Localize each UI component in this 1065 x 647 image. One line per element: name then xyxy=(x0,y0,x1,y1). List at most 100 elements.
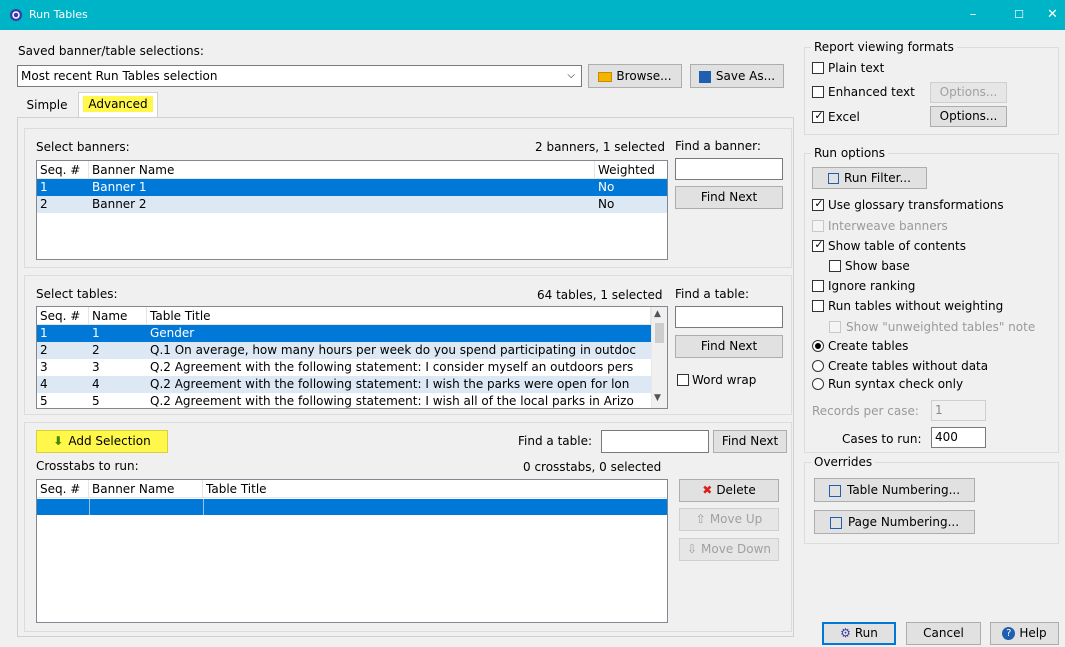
crosstabs-list[interactable]: Seq. # Banner Name Table Title xyxy=(36,479,668,623)
interweave-checkbox[interactable] xyxy=(812,220,824,232)
window-title: Run Tables xyxy=(29,8,88,21)
table-row[interactable]: 5 5 Q.2 Agreement with the following sta… xyxy=(37,393,651,408)
ignore-ranking-checkbox[interactable] xyxy=(812,280,824,292)
crosstabs-to-run-label: Crosstabs to run: xyxy=(36,459,139,473)
table-title: Q.2 Agreement with the following stateme… xyxy=(150,377,630,391)
find-next-banner-button[interactable]: Find Next xyxy=(675,186,783,209)
table-row[interactable]: 1 1 Gender xyxy=(37,325,651,342)
use-glossary-checkbox[interactable]: ✓ xyxy=(812,197,824,211)
show-unweighted-note-label: Show "unweighted tables" note xyxy=(846,320,1036,334)
tables-list-header: Seq. # Name Table Title xyxy=(37,307,651,325)
crosstabs-list-header: Seq. # Banner Name Table Title xyxy=(37,480,667,498)
table-numbering-button[interactable]: Table Numbering... xyxy=(814,478,975,502)
word-wrap-checkbox[interactable] xyxy=(677,374,689,386)
run-filter-button[interactable]: Run Filter... xyxy=(812,167,927,189)
page-numbering-button[interactable]: Page Numbering... xyxy=(814,510,975,534)
tables-list[interactable]: Seq. # Name Table Title 1 1 Gender 2 2 Q… xyxy=(36,306,668,409)
column-divider xyxy=(89,499,90,515)
crosstab-row[interactable] xyxy=(37,499,667,515)
column-name[interactable]: Name xyxy=(89,307,147,325)
tables-scrollbar[interactable]: ▲ ▼ xyxy=(651,307,667,408)
interweave-label: Interweave banners xyxy=(828,219,948,233)
move-up-label: Move Up xyxy=(709,512,763,526)
show-base-checkbox[interactable] xyxy=(829,260,841,272)
banner-row[interactable]: 1 Banner 1 No xyxy=(37,179,667,196)
run-without-weighting-checkbox[interactable] xyxy=(812,300,824,312)
column-seq[interactable]: Seq. # xyxy=(37,307,89,325)
excel-options-button[interactable]: Options... xyxy=(930,106,1007,127)
find-banner-input[interactable] xyxy=(675,158,783,180)
cases-to-run-input[interactable]: 400 xyxy=(931,427,986,448)
help-button[interactable]: ? Help xyxy=(990,622,1059,645)
show-base-label: Show base xyxy=(845,259,910,273)
maximize-button[interactable]: ☐ xyxy=(996,0,1042,30)
page-numbering-label: Page Numbering... xyxy=(847,515,960,529)
banners-list-header: Seq. # Banner Name Weighted xyxy=(37,161,667,179)
cases-to-run-label: Cases to run: xyxy=(842,432,922,446)
move-down-button[interactable]: ⇩ Move Down xyxy=(679,538,779,561)
banner-row[interactable]: 2 Banner 2 No xyxy=(37,196,667,213)
minimize-button[interactable]: – xyxy=(950,0,996,30)
table-numbering-label: Table Numbering... xyxy=(846,483,961,497)
column-banner-name[interactable]: Banner Name xyxy=(89,161,595,179)
syntax-check-radio[interactable] xyxy=(812,378,824,390)
arrow-up-icon: ⇧ xyxy=(695,512,706,526)
folder-icon xyxy=(598,71,613,82)
run-button[interactable]: ⚙ Run xyxy=(822,622,896,645)
column-table-title[interactable]: Table Title xyxy=(203,480,667,498)
add-selection-button[interactable]: ⬇ Add Selection xyxy=(36,430,168,453)
delete-button[interactable]: ✖ Delete xyxy=(679,479,779,502)
records-per-case-input[interactable]: 1 xyxy=(931,400,986,421)
enhanced-options-button[interactable]: Options... xyxy=(930,82,1007,103)
run-label: Run xyxy=(854,626,878,640)
close-button[interactable]: ✕ xyxy=(1040,0,1065,30)
plain-text-checkbox[interactable] xyxy=(812,62,824,74)
find-crosstab-input[interactable] xyxy=(601,430,709,453)
column-seq[interactable]: Seq. # xyxy=(37,161,89,179)
scroll-down-icon[interactable]: ▼ xyxy=(654,393,661,403)
delete-icon: ✖ xyxy=(702,483,713,497)
run-without-weighting-label: Run tables without weighting xyxy=(828,299,1004,313)
tab-advanced[interactable]: Advanced xyxy=(78,92,158,118)
save-as-button[interactable]: Save As... xyxy=(690,64,784,88)
saved-selections-dropdown[interactable]: Most recent Run Tables selection ⌵ xyxy=(17,65,582,87)
browse-button[interactable]: Browse... xyxy=(588,64,682,88)
column-banner-name[interactable]: Banner Name xyxy=(89,480,203,498)
column-table-title[interactable]: Table Title xyxy=(147,307,651,325)
delete-label: Delete xyxy=(716,483,756,497)
banner-seq: 1 xyxy=(40,180,48,194)
table-name: 4 xyxy=(92,377,100,391)
column-seq[interactable]: Seq. # xyxy=(37,480,89,498)
table-name: 2 xyxy=(92,343,100,357)
word-wrap-label: Word wrap xyxy=(692,373,757,387)
tab-simple[interactable]: Simple xyxy=(18,94,76,116)
show-unweighted-note-checkbox[interactable] xyxy=(829,321,841,333)
table-row[interactable]: 2 2 Q.1 On average, how many hours per w… xyxy=(37,342,651,359)
create-tables-radio[interactable] xyxy=(812,340,824,352)
cancel-button[interactable]: Cancel xyxy=(906,622,981,645)
scrollbar-thumb[interactable] xyxy=(655,323,664,343)
banners-list[interactable]: Seq. # Banner Name Weighted 1 Banner 1 N… xyxy=(36,160,668,260)
excel-checkbox[interactable]: ✓ xyxy=(812,109,824,123)
crosstabs-count: 0 crosstabs, 0 selected xyxy=(523,460,662,474)
radio-dot xyxy=(815,343,821,349)
column-weighted[interactable]: Weighted xyxy=(595,161,667,179)
table-seq: 3 xyxy=(40,360,48,374)
find-next-table-button[interactable]: Find Next xyxy=(675,335,783,358)
banner-name: Banner 1 xyxy=(92,180,147,194)
table-row[interactable]: 4 4 Q.2 Agreement with the following sta… xyxy=(37,376,651,393)
table-seq: 5 xyxy=(40,394,48,408)
plain-text-label: Plain text xyxy=(828,61,885,75)
table-row[interactable]: 3 3 Q.2 Agreement with the following sta… xyxy=(37,359,651,376)
show-toc-checkbox[interactable]: ✓ xyxy=(812,238,824,252)
enhanced-text-checkbox[interactable] xyxy=(812,86,824,98)
column-divider xyxy=(203,499,204,515)
find-next-crosstab-button[interactable]: Find Next xyxy=(713,430,787,453)
scroll-up-icon[interactable]: ▲ xyxy=(654,309,661,319)
table-seq: 2 xyxy=(40,343,48,357)
create-without-data-radio[interactable] xyxy=(812,360,824,372)
excel-label: Excel xyxy=(828,110,860,124)
find-table-input[interactable] xyxy=(675,306,783,328)
records-per-case-label: Records per case: xyxy=(812,404,919,418)
move-up-button[interactable]: ⇧ Move Up xyxy=(679,508,779,531)
